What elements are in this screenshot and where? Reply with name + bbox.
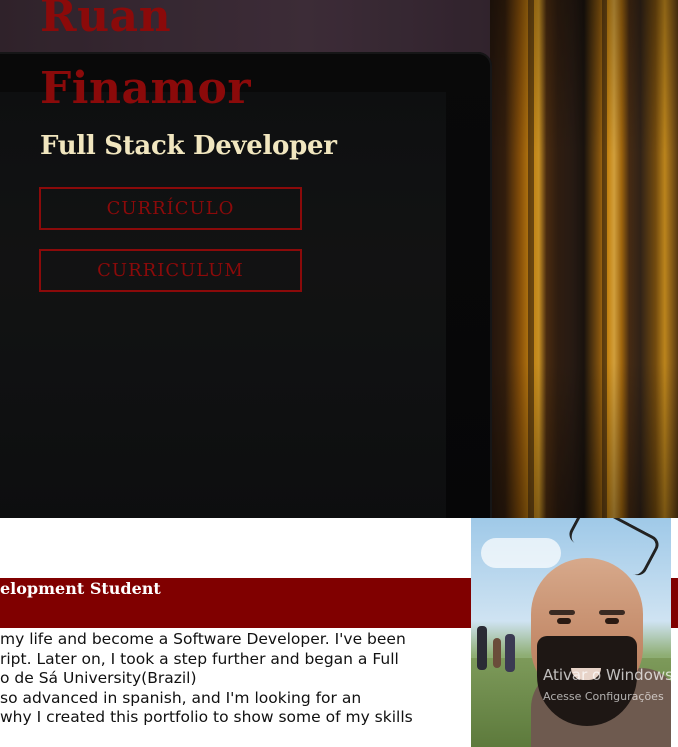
about-line: o de Sá University(Brazil) <box>0 669 197 687</box>
photo-eye <box>605 618 619 624</box>
about-line: so advanced in spanish, and I'm looking … <box>0 688 362 707</box>
photo-background-person <box>505 634 515 672</box>
photo-eye <box>557 618 571 624</box>
curriculum-button[interactable]: CURRICULUM <box>39 249 302 292</box>
last-name: Finamor <box>40 63 252 114</box>
photo-background-person <box>477 626 487 670</box>
windows-activation-watermark: Ativar o Windows <box>543 666 673 684</box>
photo-background-person <box>493 638 501 668</box>
about-paragraph: my life and become a Software Developer.… <box>0 630 470 728</box>
about-title: elopment Student <box>0 579 161 598</box>
about-line: my life and become a Software Developer.… <box>0 630 406 648</box>
photo-eyebrow <box>599 610 625 615</box>
hero-section: Ruan Finamor Full Stack Developer CURRÍC… <box>0 0 678 518</box>
about-section: elopment Student my life and become a So… <box>0 518 678 747</box>
photo-cloud <box>481 538 561 568</box>
curriculo-button[interactable]: CURRÍCULO <box>39 187 302 230</box>
about-line: why I created this portfolio to show som… <box>0 708 413 726</box>
photo-eyebrow <box>549 610 575 615</box>
profile-photo <box>471 518 671 747</box>
windows-activation-subtitle: Acesse Configurações <box>543 690 664 703</box>
job-title: Full Stack Developer <box>40 131 337 161</box>
first-name: Ruan <box>40 0 172 42</box>
about-line: ript. Later on, I took a step further an… <box>0 649 399 668</box>
